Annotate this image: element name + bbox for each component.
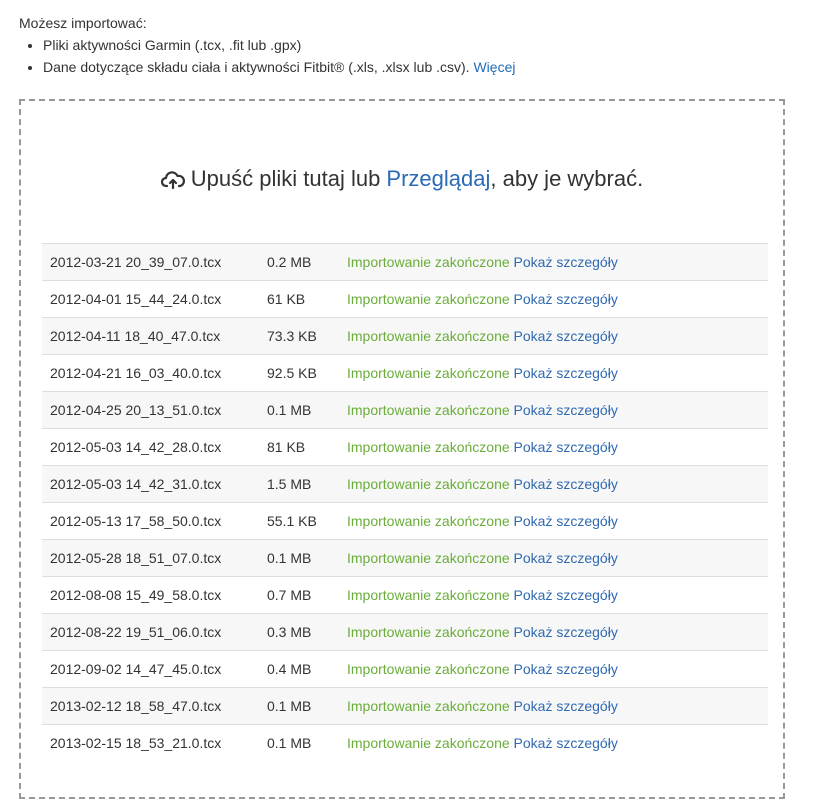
- file-size: 0.1 MB: [259, 724, 339, 762]
- file-name: 2012-04-21 16_03_40.0.tcx: [42, 354, 259, 392]
- file-size: 73.3 KB: [259, 317, 339, 355]
- import-status: Importowanie zakończone: [347, 328, 510, 344]
- file-row: 2012-08-22 19_51_06.0.tcx 0.3 MB Importowa…: [42, 613, 768, 651]
- file-row: 2012-05-28 18_51_07.0.tcx 0.1 MB Importowa…: [42, 539, 768, 577]
- file-row: 2012-08-08 15_49_58.0.tcx 0.7 MB Importowa…: [42, 576, 768, 614]
- import-status: Importowanie zakończone: [347, 550, 510, 566]
- show-details-link[interactable]: Pokaż szczegóły: [514, 439, 618, 455]
- file-name: 2012-05-03 14_42_28.0.tcx: [42, 428, 259, 466]
- show-details-link[interactable]: Pokaż szczegóły: [514, 328, 618, 344]
- file-size: 55.1 KB: [259, 502, 339, 540]
- show-details-link[interactable]: Pokaż szczegóły: [514, 291, 618, 307]
- show-details-link[interactable]: Pokaż szczegóły: [514, 365, 618, 381]
- file-row: 2012-05-13 17_58_50.0.tcx 55.1 KB Importow…: [42, 502, 768, 540]
- file-size: 0.1 MB: [259, 539, 339, 577]
- file-name: 2012-09-02 14_47_45.0.tcx: [42, 650, 259, 688]
- file-name: 2012-08-08 15_49_58.0.tcx: [42, 576, 259, 614]
- file-status-cell: Importowanie zakończone Pokaż szczegóły: [339, 502, 768, 540]
- file-name: 2012-05-13 17_58_50.0.tcx: [42, 502, 259, 540]
- import-status: Importowanie zakończone: [347, 698, 510, 714]
- show-details-link[interactable]: Pokaż szczegóły: [514, 661, 618, 677]
- cloud-upload-icon: [160, 170, 185, 196]
- file-size: 92.5 KB: [259, 354, 339, 392]
- import-info: Możesz importować: Pliki aktywności Garm…: [19, 12, 515, 78]
- show-details-link[interactable]: Pokaż szczegóły: [514, 587, 618, 603]
- file-status-cell: Importowanie zakończone Pokaż szczegóły: [339, 613, 768, 651]
- import-status: Importowanie zakończone: [347, 513, 510, 529]
- import-status: Importowanie zakończone: [347, 439, 510, 455]
- file-size: 0.2 MB: [259, 243, 339, 281]
- file-size: 0.1 MB: [259, 391, 339, 429]
- file-status-cell: Importowanie zakończone Pokaż szczegóły: [339, 354, 768, 392]
- file-name: 2012-05-28 18_51_07.0.tcx: [42, 539, 259, 577]
- file-name: 2012-08-22 19_51_06.0.tcx: [42, 613, 259, 651]
- file-name: 2012-03-21 20_39_07.0.tcx: [42, 243, 259, 281]
- import-status: Importowanie zakończone: [347, 735, 510, 752]
- show-details-link[interactable]: Pokaż szczegóły: [514, 698, 618, 714]
- format-item-fitbit: Dane dotyczące składu ciała i aktywności…: [43, 56, 515, 78]
- file-row: 2012-04-25 20_13_51.0.tcx 0.1 MB Importowa…: [42, 391, 768, 429]
- browse-link[interactable]: Przeglądaj: [386, 166, 490, 191]
- file-size: 81 KB: [259, 428, 339, 466]
- file-status-cell: Importowanie zakończone Pokaż szczegóły: [339, 539, 768, 577]
- import-status: Importowanie zakończone: [347, 254, 510, 270]
- drop-message: Upuść pliki tutaj lub Przeglądaj, aby je…: [21, 166, 783, 196]
- import-status: Importowanie zakończone: [347, 291, 510, 307]
- file-name: 2013-02-15 18_53_21.0.tcx: [42, 724, 259, 762]
- file-row: 2012-04-01 15_44_24.0.tcx 61 KB Importowan…: [42, 280, 768, 318]
- file-dropzone[interactable]: Upuść pliki tutaj lub Przeglądaj, aby je…: [19, 99, 785, 799]
- file-status-cell: Importowanie zakończone Pokaż szczegóły: [339, 391, 768, 429]
- file-status-cell: Importowanie zakończone Pokaż szczegóły: [339, 724, 768, 762]
- file-status-cell: Importowanie zakończone Pokaż szczegóły: [339, 428, 768, 466]
- import-formats-list: Pliki aktywności Garmin (.tcx, .fit lub …: [19, 34, 515, 78]
- show-details-link[interactable]: Pokaż szczegóły: [514, 624, 618, 640]
- show-details-link[interactable]: Pokaż szczegóły: [514, 735, 618, 751]
- file-status-cell: Importowanie zakończone Pokaż szczegóły: [339, 243, 768, 281]
- drop-text-after: , aby je wybrać.: [490, 166, 644, 191]
- show-details-link[interactable]: Pokaż szczegóły: [514, 254, 618, 270]
- import-status: Importowanie zakończone: [347, 624, 510, 640]
- import-status: Importowanie zakończone: [347, 365, 510, 381]
- file-row: 2012-05-03 14_42_31.0.tcx 1.5 MB Importowa…: [42, 465, 768, 503]
- file-row: 2012-04-21 16_03_40.0.tcx 92.5 KB Importow…: [42, 354, 768, 392]
- file-name: 2012-04-01 15_44_24.0.tcx: [42, 280, 259, 318]
- show-details-link[interactable]: Pokaż szczegóły: [514, 402, 618, 418]
- file-status-cell: Importowanie zakończone Pokaż szczegóły: [339, 317, 768, 355]
- format-item-label: Dane dotyczące składu ciała i aktywności…: [43, 59, 470, 75]
- import-status: Importowanie zakończone: [347, 587, 510, 603]
- file-size: 61 KB: [259, 280, 339, 318]
- file-name: 2012-04-25 20_13_51.0.tcx: [42, 391, 259, 429]
- file-row: 2012-04-11 18_40_47.0.tcx 73.3 KB Importow…: [42, 317, 768, 355]
- show-details-link[interactable]: Pokaż szczegóły: [514, 476, 618, 492]
- drop-text-before: Upuść pliki tutaj lub: [190, 166, 387, 191]
- file-status-cell: Importowanie zakończone Pokaż szczegóły: [339, 576, 768, 614]
- file-size: 0.4 MB: [259, 650, 339, 688]
- import-status: Importowanie zakończone: [347, 402, 510, 418]
- file-status-cell: Importowanie zakończone Pokaż szczegóły: [339, 687, 768, 725]
- import-status: Importowanie zakończone: [347, 661, 510, 677]
- format-item-garmin: Pliki aktywności Garmin (.tcx, .fit lub …: [43, 34, 515, 56]
- file-status-cell: Importowanie zakończone Pokaż szczegóły: [339, 280, 768, 318]
- uploaded-files-table: 2012-03-21 20_39_07.0.tcx 0.2 MB Importowa…: [42, 243, 768, 762]
- show-details-link[interactable]: Pokaż szczegóły: [514, 550, 618, 566]
- file-row: 2013-02-15 18_53_21.0.tcx 0.1 MB Importowa…: [42, 724, 768, 762]
- more-link[interactable]: Więcej: [473, 59, 515, 75]
- import-status: Importowanie zakończone: [347, 476, 510, 492]
- file-size: 0.3 MB: [259, 613, 339, 651]
- file-row: 2012-05-03 14_42_28.0.tcx 81 KB Importowan…: [42, 428, 768, 466]
- file-row: 2013-02-12 18_58_47.0.tcx 0.1 MB Importowa…: [42, 687, 768, 725]
- file-name: 2012-04-11 18_40_47.0.tcx: [42, 317, 259, 355]
- file-size: 0.1 MB: [259, 687, 339, 725]
- file-name: 2012-05-03 14_42_31.0.tcx: [42, 465, 259, 503]
- file-row: 2012-03-21 20_39_07.0.tcx 0.2 MB Importowa…: [42, 243, 768, 281]
- file-name: 2013-02-12 18_58_47.0.tcx: [42, 687, 259, 725]
- file-status-cell: Importowanie zakończone Pokaż szczegóły: [339, 650, 768, 688]
- import-heading: Możesz importować:: [19, 15, 147, 31]
- file-size: 0.7 MB: [259, 576, 339, 614]
- file-size: 1.5 MB: [259, 465, 339, 503]
- show-details-link[interactable]: Pokaż szczegóły: [514, 513, 618, 529]
- file-row: 2012-09-02 14_47_45.0.tcx 0.4 MB Importowa…: [42, 650, 768, 688]
- format-item-label: Pliki aktywności Garmin (.tcx, .fit lub …: [43, 37, 302, 53]
- file-status-cell: Importowanie zakończone Pokaż szczegóły: [339, 465, 768, 503]
